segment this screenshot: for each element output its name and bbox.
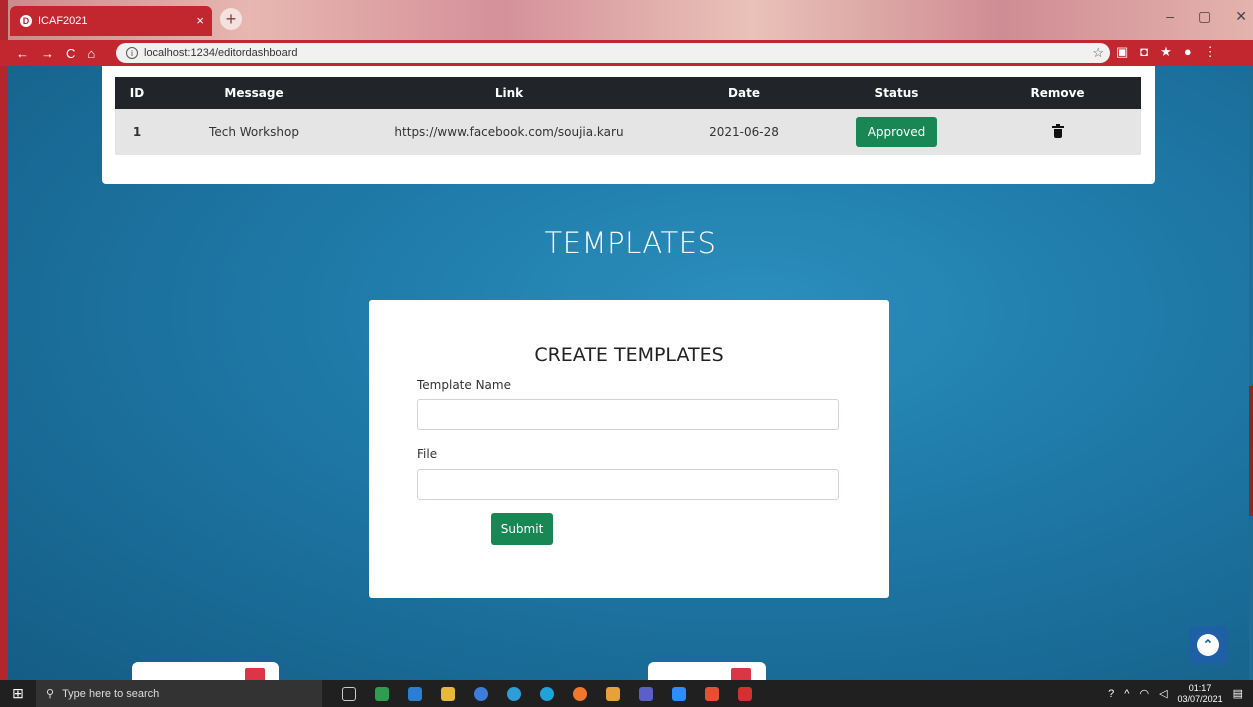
browser-tab[interactable]: D ICAF2021 × [10,6,212,36]
taskbar-search[interactable]: ⚲ Type here to search [36,680,322,707]
scroll-to-top-button[interactable]: ⌃ [1189,626,1227,664]
nav-buttons: ← → C ⌂ [0,46,116,61]
windows-start-icon[interactable]: ⊞ [0,685,36,702]
card-peek-left [132,662,279,680]
table-row: 1 Tech Workshop https://www.facebook.com… [115,109,1141,155]
file-explorer-icon[interactable] [441,686,455,701]
cell-remove [974,109,1141,155]
form-title: CREATE TEMPLATES [534,344,724,366]
clock[interactable]: 01:17 03/07/2021 [1178,683,1223,705]
app-icon[interactable] [474,686,488,701]
volume-icon[interactable]: ◁ [1159,687,1167,700]
col-header-date: Date [669,77,819,109]
forward-arrow-icon[interactable]: → [41,46,54,61]
template-name-input[interactable] [417,399,839,430]
address-toolbar: ← → C ⌂ i localhost:1234/editordashboard… [0,40,1253,66]
menu-dots-icon[interactable]: ⋮ [1204,44,1217,60]
system-tray: ? ^ ◠ ◁ 01:17 03/07/2021 ▤ [1108,680,1243,707]
chevron-up-tray-icon[interactable]: ^ [1124,688,1129,700]
cell-link: https://www.facebook.com/soujia.karu [349,109,669,155]
notifications-icon[interactable]: ▤ [1233,687,1243,700]
scrollbar-thumb[interactable] [1249,386,1253,516]
edge-icon[interactable] [540,686,554,701]
clock-date: 03/07/2021 [1177,693,1223,704]
template-name-label: Template Name [417,378,511,392]
extension-icon[interactable]: ▣ [1116,44,1128,60]
cell-date: 2021-06-28 [669,109,819,155]
table-header-row: ID Message Link Date Status Remove [115,77,1141,109]
profile-avatar-icon[interactable]: ● [1184,44,1192,60]
url-text: localhost:1234/editordashboard [144,47,298,59]
col-header-id: ID [115,77,159,109]
acrobat-icon[interactable] [738,686,752,701]
puzzle-icon[interactable]: ★ [1160,44,1172,60]
back-arrow-icon[interactable]: ← [16,46,29,61]
create-template-form: CREATE TEMPLATES Template Name File Subm… [369,300,889,598]
task-view-icon[interactable] [342,686,356,701]
window-controls: – ▢ ✕ [1166,8,1247,25]
vscode-icon[interactable] [408,686,422,701]
tab-close-icon[interactable]: × [196,13,204,28]
firefox-icon[interactable] [573,686,587,701]
help-icon[interactable]: ? [1108,688,1114,700]
extensions-area: ▣ ◘ ★ ● ⋮ [1116,44,1217,60]
pocket-icon[interactable]: ◘ [1140,44,1148,60]
telegram-icon[interactable] [507,686,521,701]
templates-section-title: TEMPLATES [544,226,717,260]
bookmark-star-icon[interactable]: ☆ [1092,45,1104,61]
cell-id: 1 [115,109,159,155]
submit-button[interactable]: Submit [491,513,553,545]
col-header-remove: Remove [974,77,1141,109]
close-window-button[interactable]: ✕ [1235,8,1247,25]
file-input[interactable] [417,469,839,500]
delete-badge[interactable] [731,668,751,680]
new-tab-button[interactable]: + [220,8,242,30]
card-peek-right [648,662,766,680]
maximize-button[interactable]: ▢ [1198,8,1211,25]
col-header-message: Message [159,77,349,109]
git-icon[interactable] [705,686,719,701]
approved-button[interactable]: Approved [855,117,938,147]
minimize-button[interactable]: – [1166,8,1174,25]
col-header-link: Link [349,77,669,109]
cell-message: Tech Workshop [159,109,349,155]
chrome-active-icon[interactable] [606,686,620,701]
url-bar[interactable]: i localhost:1234/editordashboard ☆ [116,43,1110,63]
teams-icon[interactable] [639,686,653,701]
clock-time: 01:17 [1188,682,1212,693]
messages-card: ID Message Link Date Status Remove 1 Tec… [102,66,1155,184]
network-icon[interactable]: ◠ [1139,687,1149,700]
home-icon[interactable]: ⌂ [87,46,95,61]
taskbar-apps [342,686,752,701]
chrome-icon[interactable] [375,686,389,701]
search-placeholder: Type here to search [62,687,160,700]
col-header-status: Status [819,77,974,109]
windows-taskbar: ⊞ ⚲ Type here to search ? ^ ◠ ◁ 01:17 03… [0,680,1253,707]
delete-badge[interactable] [245,668,265,680]
page-scrollbar[interactable] [1249,66,1253,680]
search-icon: ⚲ [46,688,55,700]
chevron-up-icon: ⌃ [1197,634,1219,656]
reload-icon[interactable]: C [66,46,75,61]
browser-titlebar: D ICAF2021 × + – ▢ ✕ [0,0,1253,707]
trash-icon[interactable] [1051,123,1064,138]
zoom-icon[interactable] [672,686,686,701]
info-icon[interactable]: i [126,47,138,59]
file-label: File [417,447,438,461]
messages-table: ID Message Link Date Status Remove 1 Tec… [115,77,1141,155]
page-content: ID Message Link Date Status Remove 1 Tec… [8,66,1253,680]
site-favicon-icon: D [20,15,32,27]
cell-status: Approved [819,109,974,155]
tab-title: ICAF2021 [38,15,88,27]
